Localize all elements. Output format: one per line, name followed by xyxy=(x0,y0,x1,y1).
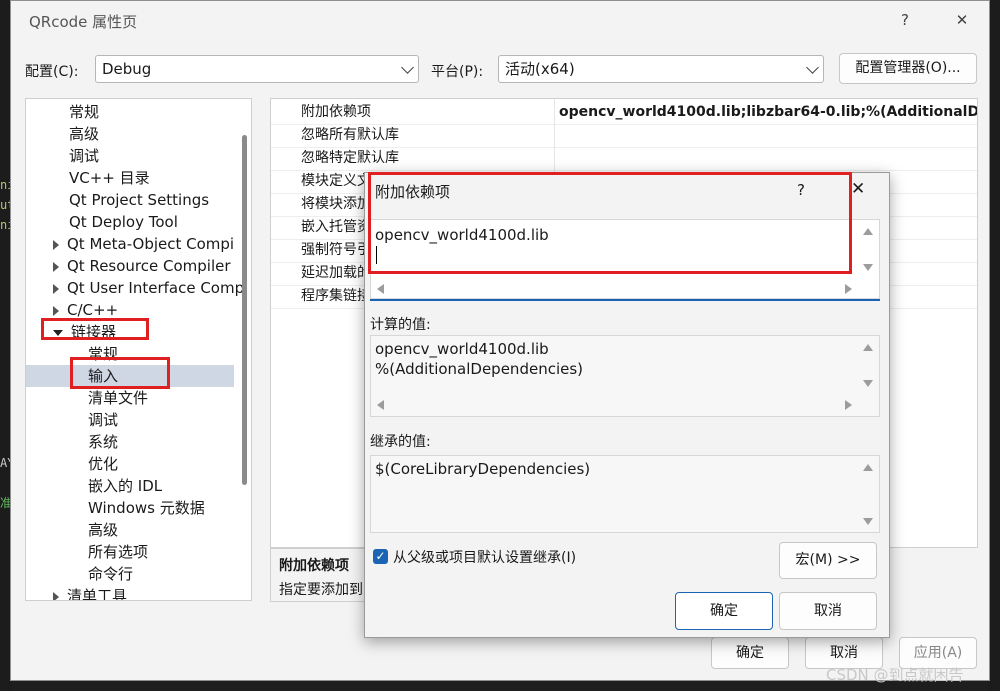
scroll-down-icon[interactable] xyxy=(863,264,873,271)
config-select[interactable]: Debug xyxy=(95,55,419,83)
tree-item-qt-deploy-tool[interactable]: Qt Deploy Tool xyxy=(69,211,178,233)
expand-arrow-icon[interactable] xyxy=(53,305,59,316)
tree-item-debugging[interactable]: 调试 xyxy=(69,145,99,167)
tree-item-vc-directories[interactable]: VC++ 目录 xyxy=(69,167,150,189)
dialog-cancel-button[interactable]: 取消 xyxy=(779,592,877,630)
tree-item-qt-project-settings[interactable]: Qt Project Settings xyxy=(69,189,209,211)
tree-item-label: C/C++ xyxy=(67,301,119,319)
grid-row-name: 忽略所有默认库 xyxy=(301,127,399,143)
dialog-close-button[interactable]: ✕ xyxy=(851,179,865,199)
footer-ok-button[interactable]: 确定 xyxy=(711,637,789,669)
tree-item-linker-embedded-idl[interactable]: 嵌入的 IDL xyxy=(88,475,162,497)
scroll-right-icon[interactable] xyxy=(845,284,852,294)
help-button[interactable]: ? xyxy=(890,5,920,35)
inherited-line: $(CoreLibraryDependencies) xyxy=(375,460,591,478)
platform-select[interactable]: 活动(x64) xyxy=(498,55,824,83)
config-label: 配置(C): xyxy=(25,64,79,80)
platform-label: 平台(P): xyxy=(431,64,484,80)
scroll-right-icon[interactable] xyxy=(845,400,852,410)
tree-item-linker-advanced[interactable]: 高级 xyxy=(88,519,118,541)
description-title: 附加依赖项 xyxy=(279,558,349,574)
macro-button[interactable]: 宏(M) >> xyxy=(779,542,877,579)
property-tree: 常规 高级 调试 VC++ 目录 Qt Project Settings Qt … xyxy=(25,98,252,601)
scroll-left-icon[interactable] xyxy=(377,400,384,410)
expand-arrow-icon[interactable] xyxy=(53,283,59,294)
computed-values-box: opencv_world4100d.lib %(AdditionalDepend… xyxy=(370,335,880,417)
scroll-up-icon[interactable] xyxy=(863,464,873,471)
tree-item-linker-optimization[interactable]: 优化 xyxy=(88,453,118,475)
grid-row-value[interactable]: opencv_world4100d.lib;libzbar64-0.lib;%(… xyxy=(559,101,977,124)
description-panel: 附加依赖项 指定要添加到 xyxy=(270,548,370,602)
grid-row-name: 将模块添加 xyxy=(301,196,371,212)
config-value: Debug xyxy=(102,60,152,78)
tree-item-linker-manifest[interactable]: 清单文件 xyxy=(88,387,148,409)
highlight-input xyxy=(70,357,170,389)
tree-item-qt-moc[interactable]: Qt Meta-Object Compi xyxy=(53,233,234,255)
computed-label: 计算的值: xyxy=(370,317,431,333)
edit-box-focus-line xyxy=(370,299,880,301)
platform-value: 活动(x64) xyxy=(505,60,575,78)
tree-item-linker-command-line[interactable]: 命令行 xyxy=(88,563,133,585)
description-text: 指定要添加到 xyxy=(279,582,363,598)
config-manager-button[interactable]: 配置管理器(O)... xyxy=(839,53,977,84)
computed-line: %(AdditionalDependencies) xyxy=(375,360,584,378)
tree-item-label: Qt Resource Compiler xyxy=(67,257,231,275)
inherit-checkbox[interactable]: ✓ xyxy=(373,549,388,564)
chevron-down-icon xyxy=(806,61,819,74)
tree-item-general[interactable]: 常规 xyxy=(69,101,99,123)
tree-item-linker-all-options[interactable]: 所有选项 xyxy=(88,541,148,563)
grid-row-name: 延迟加载的 xyxy=(301,265,371,281)
grid-row-name: 忽略特定默认库 xyxy=(301,150,399,166)
grid-row[interactable]: 忽略所有默认库 xyxy=(271,124,977,148)
tree-item-linker-windows-metadata[interactable]: Windows 元数据 xyxy=(88,497,205,519)
grid-row-name: 强制符号引 xyxy=(301,242,371,258)
scroll-up-icon[interactable] xyxy=(863,344,873,351)
tree-item-manifest-tool[interactable]: 清单工具 xyxy=(53,585,128,601)
scroll-left-icon[interactable] xyxy=(377,284,384,294)
inherit-checkbox-label[interactable]: 从父级或项目默认设置继承(I) xyxy=(393,547,576,567)
tree-scrollbar[interactable] xyxy=(242,135,247,485)
tree-item-label: 清单工具 xyxy=(67,587,128,601)
tree-item-linker-system[interactable]: 系统 xyxy=(88,431,118,453)
dialog-ok-button[interactable]: 确定 xyxy=(675,592,773,630)
inherited-values-box: $(CoreLibraryDependencies) xyxy=(370,455,880,533)
grid-row-name: 嵌入托管资 xyxy=(301,219,371,235)
highlight-linker xyxy=(41,318,149,340)
watermark: CSDN @到点就困告 xyxy=(826,666,964,684)
chevron-down-icon xyxy=(401,61,414,74)
scroll-down-icon[interactable] xyxy=(863,380,873,387)
computed-line: opencv_world4100d.lib xyxy=(375,340,549,358)
tree-item-linker-debugging[interactable]: 调试 xyxy=(88,409,118,431)
close-button[interactable]: ✕ xyxy=(947,5,977,35)
tree-item-advanced[interactable]: 高级 xyxy=(69,123,99,145)
inherited-label: 继承的值: xyxy=(370,434,431,450)
grid-row[interactable]: 忽略特定默认库 xyxy=(271,147,977,171)
tree-item-label: Qt User Interface Comp xyxy=(67,279,245,297)
expand-arrow-icon[interactable] xyxy=(53,591,59,600)
window-title: QRcode 属性页 xyxy=(29,13,138,31)
grid-row-name: 附加依赖项 xyxy=(301,104,371,120)
tree-item-qt-uic[interactable]: Qt User Interface Comp xyxy=(53,277,244,299)
tree-item-label: Qt Meta-Object Compi xyxy=(67,235,235,253)
tree-item-qt-rcc[interactable]: Qt Resource Compiler xyxy=(53,255,231,277)
grid-row-name: 模块定义文 xyxy=(301,173,371,189)
grid-row[interactable]: 附加依赖项 opencv_world4100d.lib;libzbar64-0.l… xyxy=(271,101,977,125)
expand-arrow-icon[interactable] xyxy=(53,239,59,250)
grid-row-name: 程序集链接 xyxy=(301,288,371,304)
scroll-up-icon[interactable] xyxy=(863,228,873,235)
scroll-down-icon[interactable] xyxy=(863,518,873,525)
expand-arrow-icon[interactable] xyxy=(53,261,59,272)
highlight-dialog-edit xyxy=(368,172,852,274)
